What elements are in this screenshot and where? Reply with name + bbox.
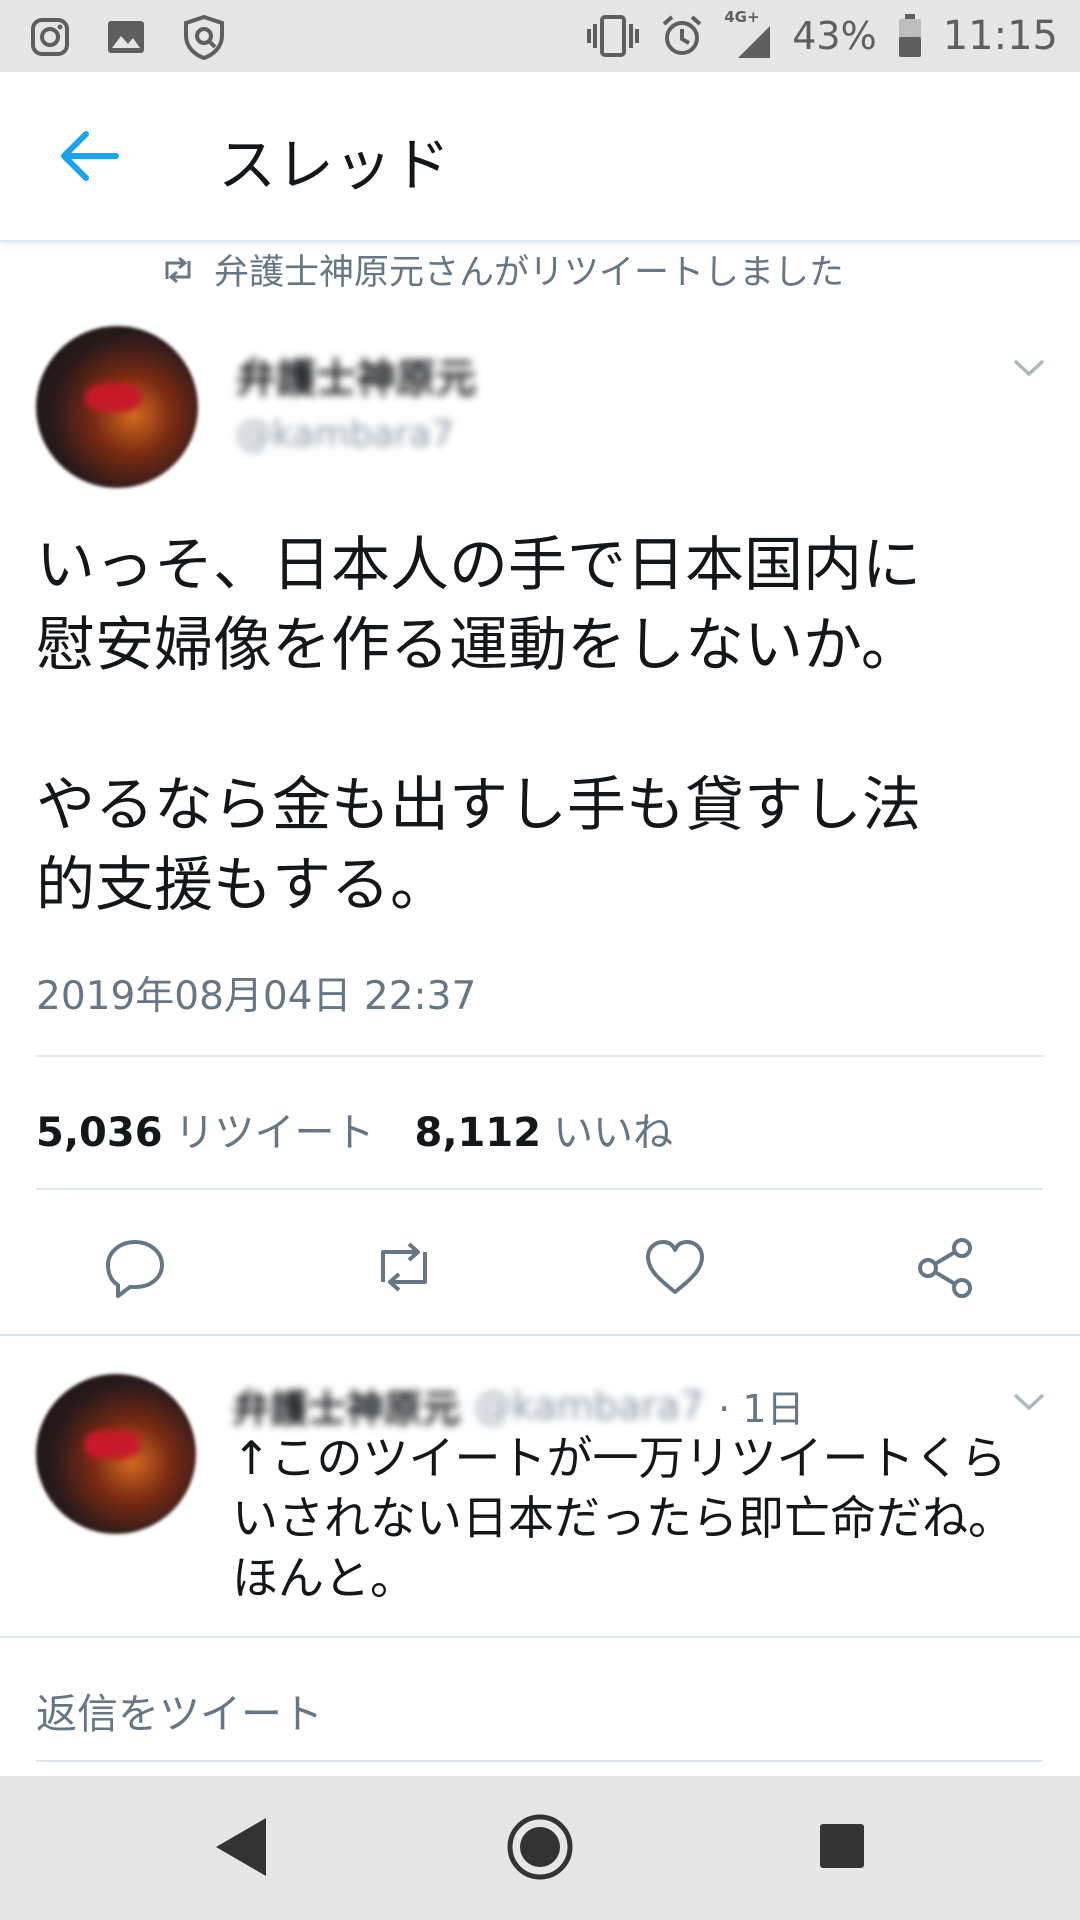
divider — [36, 1188, 1043, 1190]
chevron-down-icon[interactable] — [1012, 358, 1046, 378]
instagram-icon — [31, 18, 69, 56]
clock: 11:15 — [942, 13, 1058, 59]
user-handle[interactable]: @kambara7 — [236, 414, 454, 455]
tweet-stats: 5,036 リツイート 8,112 いいね — [36, 1100, 713, 1158]
vibrate-icon — [587, 15, 640, 57]
divider — [36, 1760, 1043, 1762]
reply-compose-input[interactable]: 返信をツイート — [36, 1680, 323, 1740]
divider — [36, 1055, 1043, 1057]
reply-handle[interactable]: @kambara7 — [474, 1384, 704, 1428]
status-bar-left — [30, 14, 226, 60]
alarm-icon — [662, 15, 702, 55]
retweet-small-icon — [165, 256, 191, 283]
like-count[interactable]: 8,112 — [415, 1110, 542, 1156]
like-count-label[interactable]: いいね — [553, 1100, 673, 1158]
app-header: スレッド — [0, 72, 1080, 242]
status-bar-right: 4G+ 43% 11:15 — [586, 8, 1058, 62]
status-bar: 4G+ 43% 11:15 — [0, 0, 1080, 72]
signal-indicator: 4G+ — [724, 8, 772, 60]
reply-time: · 1日 — [718, 1387, 805, 1431]
shield-icon — [184, 14, 224, 60]
retweet-indicator[interactable]: 弁護士神原元さんがリツイートしました — [160, 244, 844, 295]
retweet-icon[interactable] — [369, 1232, 439, 1302]
battery-percent: 43% — [792, 14, 877, 58]
reply-display-name[interactable]: 弁護士神原元 — [232, 1378, 460, 1433]
arrow-left-icon[interactable] — [56, 126, 122, 186]
reply-icon[interactable] — [100, 1232, 170, 1302]
share-icon[interactable] — [910, 1232, 980, 1302]
tweet-text: いっそ、日本人の手で日本国内に 慰安婦像を作る運動をしないか。 やるなら金も出す… — [36, 530, 922, 919]
back-triangle-icon[interactable] — [210, 1812, 270, 1882]
page-title: スレッド — [218, 131, 451, 199]
divider — [0, 1334, 1080, 1336]
like-icon[interactable] — [640, 1232, 710, 1302]
home-circle-icon[interactable] — [505, 1812, 575, 1882]
retweet-indicator-text: 弁護士神原元さんがリツイートしました — [214, 253, 845, 293]
reply-text: ↑このツイートが一万リツイートくらいされない日本だったら即亡命だね。ほんと。 — [232, 1431, 1014, 1605]
reply-header: 弁護士神原元 @kambara7 · 1日 — [232, 1378, 805, 1433]
reply-avatar[interactable] — [36, 1374, 196, 1534]
battery-icon — [898, 14, 921, 57]
divider — [0, 1636, 1080, 1638]
avatar[interactable] — [36, 326, 198, 488]
retweet-count-label[interactable]: リツイート — [175, 1100, 375, 1158]
system-nav-bar — [0, 1776, 1080, 1920]
recents-square-icon[interactable] — [818, 1822, 866, 1870]
tweet-timestamp: 2019年08月04日 22:37 — [36, 974, 477, 1019]
display-name[interactable]: 弁護士神原元 — [236, 346, 476, 404]
chevron-down-icon[interactable] — [1012, 1392, 1046, 1412]
gallery-icon — [108, 21, 144, 53]
signal-icon — [738, 26, 771, 58]
retweet-count[interactable]: 5,036 — [36, 1110, 163, 1156]
